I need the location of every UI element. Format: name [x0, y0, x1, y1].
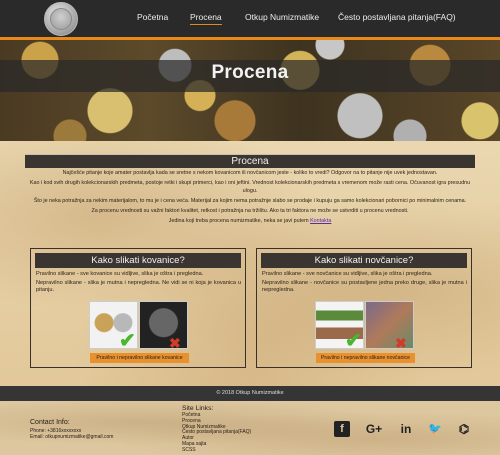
coins-card: Kako slikati kovanice? Pravilno slikane …	[30, 248, 246, 368]
google-plus-icon[interactable]: G+	[362, 421, 386, 437]
hero-banner: Procena	[0, 40, 500, 141]
nav-item-faq[interactable]: Često postavljana pitanja(FAQ)	[338, 12, 456, 22]
coins-card-title: Kako slikati kovanice?	[35, 253, 241, 268]
check-icon: ✔	[119, 330, 136, 352]
banknotes-card-title: Kako slikati novčanice?	[261, 253, 467, 268]
contact-link[interactable]: Kontakta	[310, 218, 331, 224]
contact-email[interactable]: Email: otkupnumizmatike@gmail.com	[30, 434, 113, 440]
cross-icon: ✖	[395, 335, 407, 351]
coins-card-text: Pravilno slikane - sve kovanice su vidlj…	[36, 271, 241, 294]
banknotes-card-text: Pravilno slikane - sve novčanice su vidl…	[262, 271, 467, 294]
nav-item-procena[interactable]: Procena	[190, 12, 222, 25]
banknotes-card: Kako slikati novčanice? Pravilno slikane…	[256, 248, 472, 368]
site-footer: Contact Info: Phone: +3816xxxxxxxx Email…	[0, 401, 500, 455]
contact-line: Jedina koji treba procena numizmatike, n…	[168, 217, 332, 224]
site-header: Početna Procena Otkup Numizmatike Često …	[0, 0, 500, 37]
copyright-bar: © 2018 Otkup Numizmatike	[0, 386, 500, 401]
coins-photos: ✔ ✖	[89, 301, 189, 352]
linkedin-icon[interactable]: in	[397, 421, 415, 437]
intro-paragraph: Najčešće pitanje koje amater postavlja k…	[62, 170, 438, 176]
banknotes-photos: ✔ ✖	[315, 301, 415, 352]
facebook-icon[interactable]: f	[334, 421, 350, 437]
hero-title: Procena	[211, 62, 289, 83]
twitter-icon[interactable]: 🐦	[426, 421, 444, 437]
nav-item-pocetna[interactable]: Početna	[137, 12, 168, 22]
check-icon: ✔	[345, 330, 362, 352]
nav-item-otkup[interactable]: Otkup Numizmatike	[245, 12, 319, 22]
banknotes-caption: Pravilno i nepravilno slikane novčanice	[316, 353, 415, 363]
intro-paragraph: Kao i kod svih drugih kolekcionarskih pr…	[29, 179, 471, 194]
coins-caption: Pravilno i nepravilno slikane kovanice	[90, 353, 189, 363]
intro-text: Najčešće pitanje koje amater postavlja k…	[26, 170, 474, 228]
cross-icon: ✖	[169, 335, 181, 351]
footer-link[interactable]: SCSS	[182, 447, 251, 454]
section-title: Procena	[25, 154, 475, 168]
contact-heading: Contact Info:	[30, 419, 70, 426]
intro-paragraph: Što je neka potražnja za nekim materijal…	[33, 197, 467, 204]
main-nav: Početna Procena Otkup Numizmatike Često …	[0, 12, 500, 30]
intro-paragraph: Za procenu vrednosti su važni faktori kv…	[91, 207, 409, 214]
site-links: Site Links: Početna Procena Otkup Numizm…	[182, 405, 251, 454]
contact-info: Contact Info: Phone: +3816xxxxxxxx Email…	[30, 419, 113, 440]
rss-icon[interactable]: ⌬	[456, 421, 472, 437]
